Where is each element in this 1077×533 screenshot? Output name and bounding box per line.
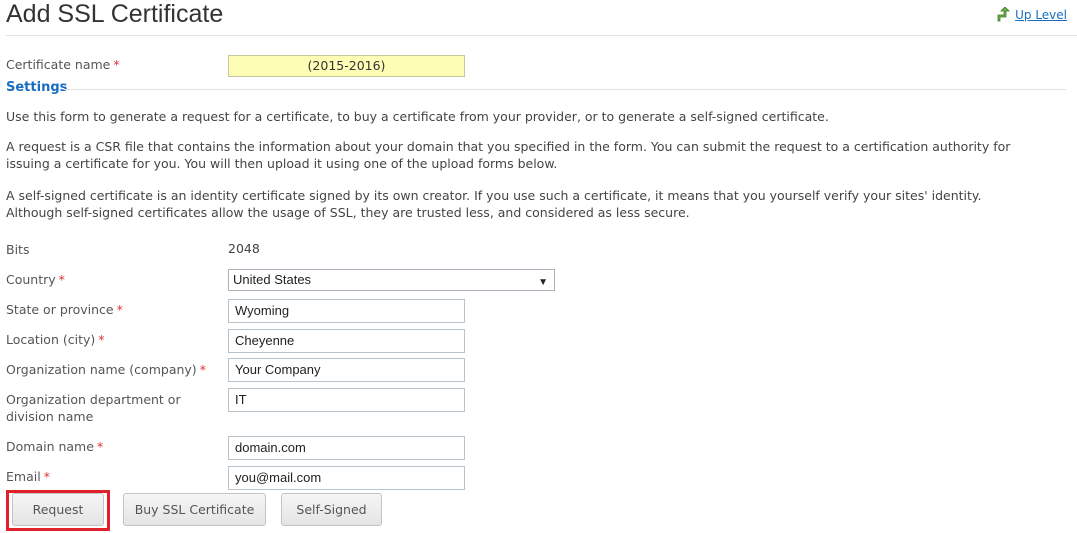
required-marker: * <box>98 332 105 347</box>
email-label: Email * <box>6 468 221 485</box>
bits-label: Bits <box>6 242 30 257</box>
department-label-line-2: division name <box>6 409 94 424</box>
settings-description-3-line-2: Although self-signed certificates allow … <box>6 205 690 220</box>
state-label: State or province * <box>6 301 221 318</box>
self-signed-button[interactable]: Self-Signed <box>281 493 382 526</box>
up-level-link[interactable]: Up Level <box>1015 8 1067 22</box>
chevron-down-icon[interactable]: ▼ <box>538 274 548 292</box>
country-select-value: United States <box>233 272 312 287</box>
bits-value: 2048 <box>228 241 260 256</box>
certificate-name-input[interactable]: (2015-2016) <box>228 55 465 77</box>
organization-input[interactable]: Your Company <box>228 358 465 382</box>
required-marker: * <box>199 362 206 377</box>
department-label: Organization department or division name <box>6 391 221 425</box>
settings-section-heading: Settings <box>6 80 1066 97</box>
settings-description-2-line-2: issuing a certificate for you. You will … <box>6 156 558 171</box>
city-input[interactable]: Cheyenne <box>228 329 465 353</box>
country-label-text: Country <box>6 272 56 287</box>
city-label: Location (city) * <box>6 331 221 348</box>
required-marker: * <box>113 57 120 72</box>
add-ssl-certificate-page: Add SSL Certificate Up Level Certificate… <box>0 0 1077 533</box>
settings-description-3: A self-signed certificate is an identity… <box>6 187 1068 221</box>
domain-input[interactable]: domain.com <box>228 436 465 460</box>
domain-label: Domain name * <box>6 438 221 455</box>
up-level-link-container[interactable]: Up Level <box>995 6 1067 23</box>
settings-description-3-line-1: A self-signed certificate is an identity… <box>6 188 982 203</box>
required-marker: * <box>116 302 123 317</box>
organization-label: Organization name (company) * <box>6 361 221 378</box>
country-select[interactable]: United States ▼ <box>228 269 555 291</box>
domain-label-text: Domain name <box>6 439 94 454</box>
settings-description-2-line-1: A request is a CSR file that contains th… <box>6 139 1011 154</box>
settings-divider <box>64 89 1066 90</box>
department-input[interactable]: IT <box>228 388 465 412</box>
required-marker: * <box>43 469 50 484</box>
state-label-text: State or province <box>6 302 114 317</box>
email-label-text: Email <box>6 469 41 484</box>
settings-description-1: Use this form to generate a request for … <box>6 109 829 124</box>
city-label-text: Location (city) <box>6 332 96 347</box>
organization-label-text: Organization name (company) <box>6 362 197 377</box>
certificate-name-label: Certificate name * <box>6 56 221 73</box>
page-title: Add SSL Certificate <box>6 0 224 28</box>
settings-description-2: A request is a CSR file that contains th… <box>6 138 1068 172</box>
title-divider <box>6 35 1077 36</box>
country-label: Country * <box>6 271 221 288</box>
department-label-line-1: Organization department or <box>6 392 181 407</box>
certificate-name-label-text: Certificate name <box>6 57 111 72</box>
up-arrow-icon[interactable] <box>995 6 1011 23</box>
state-input[interactable]: Wyoming <box>228 299 465 323</box>
settings-heading-text: Settings <box>6 80 68 95</box>
required-marker: * <box>96 439 104 454</box>
email-input[interactable]: you@mail.com <box>228 466 465 490</box>
required-marker: * <box>58 272 65 287</box>
buy-ssl-certificate-button[interactable]: Buy SSL Certificate <box>123 493 266 526</box>
request-button[interactable]: Request <box>12 493 104 526</box>
